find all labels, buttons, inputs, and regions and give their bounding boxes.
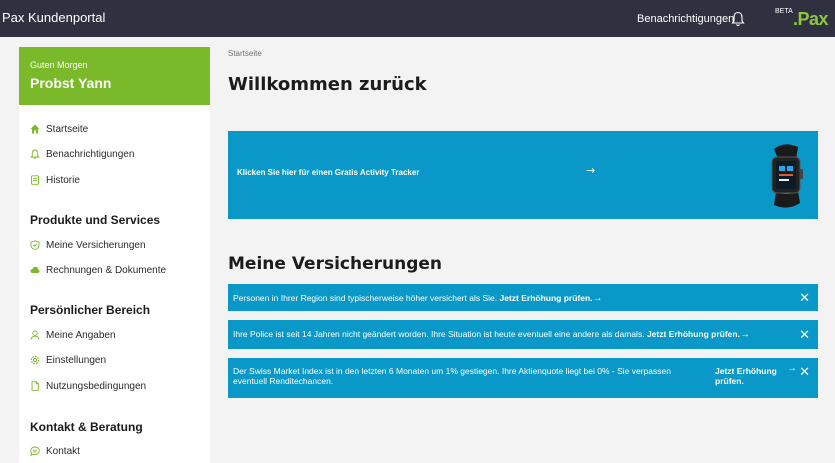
sidebar-item-historie[interactable]: Historie — [30, 173, 80, 187]
sidebar: Guten Morgen Probst Yann Startseite Bena… — [19, 47, 210, 463]
greeting-text: Guten Morgen — [30, 60, 88, 70]
bell-icon — [30, 149, 40, 159]
check-increase-link[interactable]: Jetzt Erhöhung prüfen. — [647, 329, 740, 339]
app-title[interactable]: Pax Kundenportal — [2, 10, 105, 25]
notice-text: Der Swiss Market Index ist in den letzte… — [233, 366, 671, 376]
close-icon[interactable]: ✕ — [799, 290, 810, 306]
section-title-produkte: Produkte und Services — [30, 213, 161, 227]
check-increase-link[interactable]: Jetzt Erhöhung prüfen. — [715, 366, 777, 386]
sidebar-item-meine-versicherungen[interactable]: Meine Versicherungen — [30, 238, 146, 252]
user-name: Probst Yann — [30, 75, 112, 91]
section-heading-versicherungen: Meine Versicherungen — [228, 254, 443, 274]
sidebar-item-label: Startseite — [46, 123, 89, 135]
document-icon — [30, 175, 40, 185]
arrow-right-icon: → — [586, 164, 596, 177]
sidebar-item-startseite[interactable]: Startseite — [30, 122, 88, 136]
arrow-right-icon: → — [592, 293, 603, 304]
sidebar-item-label: Nutzungsbedingungen — [46, 380, 147, 392]
greeting-box: Guten Morgen Probst Yann — [19, 47, 210, 105]
sidebar-item-label: Meine Angaben — [46, 329, 116, 341]
close-icon[interactable]: ✕ — [799, 327, 810, 343]
arrow-right-icon: → — [739, 329, 750, 340]
breadcrumb[interactable]: Startseite — [228, 49, 262, 58]
file-icon — [30, 381, 40, 391]
page-title: Willkommen zurück — [228, 74, 427, 95]
sidebar-item-einstellungen[interactable]: Einstellungen — [30, 353, 106, 367]
notice-region: Personen in Ihrer Region sind typischerw… — [228, 284, 818, 311]
notice-text: Personen in Ihrer Region sind typischerw… — [233, 293, 498, 303]
notifications-link[interactable]: Benachrichtigungen — [637, 13, 734, 25]
sidebar-item-label: Historie — [46, 174, 80, 186]
bell-icon[interactable] — [731, 11, 745, 27]
activity-tracker-banner[interactable]: Klicken Sie hier für einen Gratis Activi… — [228, 131, 818, 219]
notice-text: Ihre Police ist seit 14 Jahren nicht geä… — [233, 329, 645, 339]
sidebar-item-kontakt[interactable]: Kontakt — [30, 444, 80, 458]
section-title-kontakt: Kontakt & Beratung — [30, 420, 143, 434]
arrow-right-icon: → — [787, 363, 797, 374]
pax-logo[interactable]: .Pax — [793, 9, 829, 30]
sidebar-item-label: Kontakt — [46, 445, 80, 457]
top-bar: Pax Kundenportal Benachrichtigungen BETA… — [0, 0, 835, 37]
notice-smi: Der Swiss Market Index ist in den letzte… — [228, 358, 818, 398]
gear-icon — [30, 355, 40, 365]
sidebar-item-label: Rechnungen & Dokumente — [46, 264, 167, 276]
sidebar-item-label: Benachrichtigungen — [46, 148, 135, 160]
sidebar-item-meine-angaben[interactable]: Meine Angaben — [30, 328, 116, 342]
sidebar-item-nutzungsbedingungen[interactable]: Nutzungsbedingungen — [30, 379, 146, 393]
chat-icon — [30, 446, 40, 457]
sidebar-item-rechnungen[interactable]: Rechnungen & Dokumente — [30, 263, 166, 277]
sidebar-item-label: Einstellungen — [46, 354, 107, 366]
sidebar-item-label: Meine Versicherungen — [46, 239, 146, 251]
close-icon[interactable]: ✕ — [799, 364, 810, 380]
cloud-icon — [30, 265, 40, 275]
section-title-persoenlich: Persönlicher Bereich — [30, 303, 151, 317]
user-icon — [30, 330, 40, 340]
sidebar-item-benachrichtigungen[interactable]: Benachrichtigungen — [30, 147, 134, 161]
activity-tracker-image — [771, 144, 803, 208]
beta-badge: BETA — [775, 8, 793, 15]
banner-text: Klicken Sie hier für einen Gratis Activi… — [237, 168, 420, 177]
check-increase-link[interactable]: Jetzt Erhöhung prüfen. — [499, 293, 592, 303]
shield-icon — [30, 240, 40, 250]
notice-policy: Ihre Police ist seit 14 Jahren nicht geä… — [228, 320, 818, 349]
home-icon — [30, 124, 40, 134]
notice-text-continued: eventuell Renditechancen. — [233, 376, 334, 386]
